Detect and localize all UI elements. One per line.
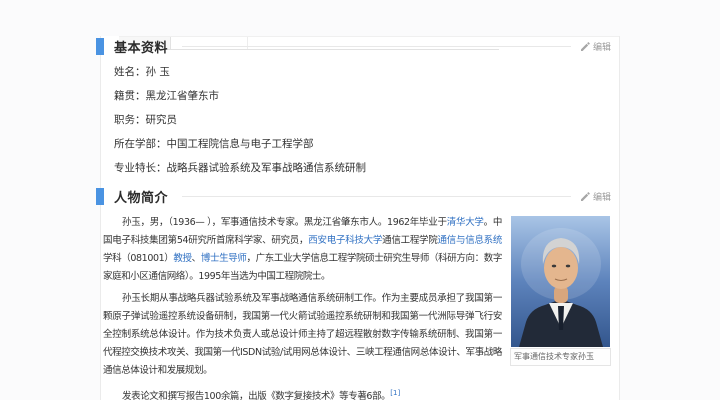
field-value: 战略兵器试验系统及军事战略通信系统研制 [167, 162, 367, 174]
info-field-row: 姓名：孙 玉 [114, 60, 619, 84]
field-value: 孙 玉 [146, 66, 170, 78]
section-header-basic-info: 基本资料 编辑 [101, 36, 619, 56]
section-title: 基本资料 [114, 37, 168, 56]
field-value: 中国工程院信息与电子工程学部 [167, 138, 314, 150]
pencil-icon [581, 192, 590, 201]
bio-text: 孙玉长期从事战略兵器试验系统及军事战略通信系统研制工作。作为主要成员承担了我国第… [103, 293, 502, 376]
bio-text: 孙玉，男，（1936— ），军事通信技术专家。黑龙江省肇东市人。1962年毕业于 [122, 217, 447, 228]
page-container: 基本资料 编辑 姓名：孙 玉籍贯：黑龙江省肇东市职务：研究员所在学部：中国工程院… [100, 36, 620, 400]
portrait-photo [511, 216, 610, 347]
info-field-row: 籍贯：黑龙江省肇东市 [114, 84, 619, 108]
bio-paragraph: 发表论文和撰写报告100余篇，出版《数字复接技术》等专著6部。[1] [103, 384, 617, 400]
section-title: 人物简介 [114, 187, 168, 206]
edit-label: 编辑 [593, 190, 611, 203]
reference-link[interactable]: [1] [390, 389, 400, 397]
section-accent-bar [96, 38, 104, 55]
bio-content: 军事通信技术专家孙玉 孙玉，男，（1936— ），军事通信技术专家。黑龙江省肇东… [103, 214, 617, 400]
inline-link[interactable]: 博士生导师 [201, 253, 247, 264]
inline-link[interactable]: 通信与信息系统 [438, 235, 502, 246]
edit-label: 编辑 [593, 40, 611, 53]
field-label: 姓名 [114, 66, 135, 78]
bio-text: 发表论文和撰写报告100余篇，出版《数字复接技术》等专著6部。 [122, 391, 390, 400]
field-separator: ： [135, 66, 146, 78]
edit-button[interactable]: 编辑 [581, 190, 611, 203]
bio-text: 、 [192, 253, 201, 264]
pencil-icon [581, 42, 590, 51]
field-value: 黑龙江省肇东市 [146, 90, 220, 102]
field-label: 籍贯 [114, 90, 135, 102]
section-accent-bar [96, 188, 104, 205]
edit-button[interactable]: 编辑 [581, 40, 611, 53]
field-value: 研究员 [146, 114, 178, 126]
inline-link[interactable]: 清华大学 [447, 217, 484, 228]
field-separator: ： [156, 162, 167, 174]
info-field-row: 专业特长：战略兵器试验系统及军事战略通信系统研制 [114, 156, 619, 180]
section-header-biography: 人物简介 编辑 [101, 186, 619, 206]
inline-link[interactable]: 西安电子科技大学 [308, 235, 382, 246]
info-field-row: 所在学部：中国工程院信息与电子工程学部 [114, 132, 619, 156]
section-divider-line [182, 196, 571, 197]
basic-info-fields: 姓名：孙 玉籍贯：黑龙江省肇东市职务：研究员所在学部：中国工程院信息与电子工程学… [114, 60, 619, 180]
field-separator: ： [156, 138, 167, 150]
field-label: 专业特长 [114, 162, 156, 174]
info-field-row: 职务：研究员 [114, 108, 619, 132]
bio-text: 学科（081001） [103, 253, 173, 264]
field-separator: ： [135, 114, 146, 126]
bio-text: 通信工程学院 [382, 235, 437, 246]
field-separator: ： [135, 90, 146, 102]
photo-caption: 军事通信技术专家孙玉 [510, 348, 611, 366]
section-divider-line [182, 46, 571, 47]
field-label: 职务 [114, 114, 135, 126]
inline-link[interactable]: 教授 [173, 253, 191, 264]
field-label: 所在学部 [114, 138, 156, 150]
portrait-photo-card[interactable]: 军事通信技术专家孙玉 [510, 216, 611, 366]
